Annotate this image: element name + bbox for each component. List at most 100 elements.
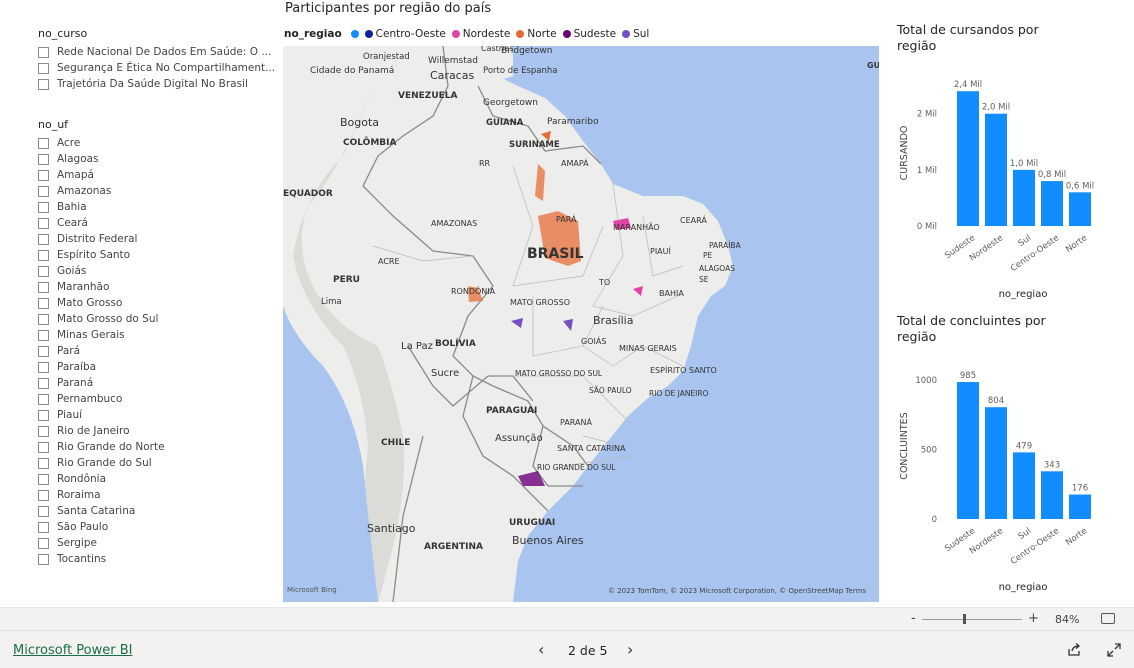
slicer-uf-item[interactable]: Amapá <box>38 167 268 183</box>
checkbox[interactable] <box>38 62 49 74</box>
bar-centro-oeste[interactable] <box>1041 181 1063 226</box>
bar-sudeste[interactable] <box>957 382 979 519</box>
checkbox[interactable] <box>38 457 49 469</box>
checkbox[interactable] <box>38 313 49 325</box>
slicer-uf-item[interactable]: Maranhão <box>38 279 268 295</box>
legend-dot <box>364 30 373 38</box>
checkbox[interactable] <box>38 329 49 341</box>
map-label-bridgetown: Bridgetown <box>501 46 552 56</box>
map-canvas[interactable]: BRASIL Brasília Bogota COLÔMBIA VENEZUELA Car… <box>283 46 879 602</box>
bar-norte[interactable] <box>1069 494 1091 519</box>
bar-sudeste[interactable] <box>957 91 979 226</box>
checkbox[interactable] <box>38 441 49 453</box>
slicer-uf-item[interactable]: Goiás <box>38 263 268 279</box>
fullscreen-icon[interactable] <box>1107 643 1121 657</box>
slicer-curso-item[interactable]: Rede Nacional De Dados Em Saúde: O ... <box>38 44 271 60</box>
slicer-uf-item[interactable]: Minas Gerais <box>38 327 268 343</box>
checkbox[interactable] <box>38 425 49 437</box>
slicer-uf-item[interactable]: Paraíba <box>38 359 268 375</box>
bar-norte[interactable] <box>1069 192 1091 226</box>
checkbox[interactable] <box>38 217 49 229</box>
slicer-uf-item[interactable]: Espírito Santo <box>38 247 268 263</box>
slicer-uf-item[interactable]: Paraná <box>38 375 268 391</box>
checkbox[interactable] <box>38 345 49 357</box>
checkbox[interactable] <box>38 489 49 501</box>
map-label-equador: EQUADOR <box>283 189 333 199</box>
zoom-slider-thumb[interactable] <box>963 614 967 624</box>
checkbox[interactable] <box>38 393 49 405</box>
slicer-uf-item[interactable]: Mato Grosso <box>38 295 268 311</box>
checkbox[interactable] <box>38 377 49 389</box>
slicer-uf-item[interactable]: Piauí <box>38 407 268 423</box>
legend-item[interactable]: Sul <box>622 28 649 40</box>
checkbox[interactable] <box>38 185 49 197</box>
legend-item[interactable]: Sudeste <box>562 28 616 40</box>
slicer-uf-item[interactable]: Roraima <box>38 487 268 503</box>
legend-item[interactable]: Nordeste <box>451 28 510 40</box>
slicer-uf-item[interactable]: Santa Catarina <box>38 503 268 519</box>
bar-centro-oeste[interactable] <box>1041 471 1063 519</box>
map-attribution[interactable]: © 2023 TomTom, © 2023 Microsoft Corporat… <box>608 587 866 595</box>
checkbox[interactable] <box>38 137 49 149</box>
slicer-uf-item-label: Mato Grosso do Sul <box>57 313 159 325</box>
checkbox[interactable] <box>38 249 49 261</box>
legend-item[interactable]: Norte <box>516 28 557 40</box>
bar-nordeste[interactable] <box>985 113 1007 226</box>
slicer-uf-item[interactable]: Tocantins <box>38 551 268 567</box>
slicer-uf-item[interactable]: Mato Grosso do Sul <box>38 311 268 327</box>
slicer-uf-item[interactable]: Rio de Janeiro <box>38 423 268 439</box>
slicer-uf-item[interactable]: Bahia <box>38 199 268 215</box>
map-label-uruguai: URUGUAI <box>509 518 555 528</box>
map-visual[interactable]: BRASIL Brasília Bogota COLÔMBIA VENEZUELA Car… <box>283 46 879 602</box>
checkbox[interactable] <box>38 265 49 277</box>
slicer-uf-item[interactable]: Ceará <box>38 215 268 231</box>
chart-concluintes[interactable]: CONCLUINTES05001000 985Sudeste804Nordeste… <box>893 355 1103 599</box>
checkbox[interactable] <box>38 201 49 213</box>
checkbox[interactable] <box>38 297 49 309</box>
slicer-uf-item[interactable]: Rondônia <box>38 471 268 487</box>
slicer-curso-item[interactable]: Trajetória Da Saúde Digital No Brasil <box>38 76 268 92</box>
checkbox[interactable] <box>38 553 49 565</box>
next-page-icon[interactable]: › <box>627 640 633 659</box>
checkbox[interactable] <box>38 505 49 517</box>
legend-item[interactable] <box>350 30 359 38</box>
checkbox[interactable] <box>38 281 49 293</box>
bar-sul[interactable] <box>1013 169 1035 226</box>
slicer-uf-item[interactable]: Distrito Federal <box>38 231 268 247</box>
checkbox[interactable] <box>38 521 49 533</box>
checkbox[interactable] <box>38 409 49 421</box>
data-label: 985 <box>960 371 976 381</box>
prev-page-icon[interactable]: ‹ <box>538 640 544 659</box>
slicer-uf-item[interactable]: Pará <box>38 343 268 359</box>
checkbox[interactable] <box>38 537 49 549</box>
slicer-uf-item[interactable]: São Paulo <box>38 519 268 535</box>
slicer-uf-item[interactable]: Rio Grande do Sul <box>38 455 268 471</box>
bar-nordeste[interactable] <box>985 407 1007 519</box>
map-label-amazonas: AMAZONAS <box>431 219 477 228</box>
zoom-slider[interactable] <box>922 619 1022 620</box>
checkbox[interactable] <box>38 361 49 373</box>
slicer-uf-item[interactable]: Pernambuco <box>38 391 268 407</box>
legend-item[interactable]: Centro-Oeste <box>364 28 446 40</box>
checkbox[interactable] <box>38 153 49 165</box>
bar-sul[interactable] <box>1013 452 1035 519</box>
share-icon[interactable] <box>1067 643 1081 657</box>
slicer-uf-item[interactable]: Rio Grande do Norte <box>38 439 268 455</box>
checkbox[interactable] <box>38 78 49 90</box>
fit-page-icon[interactable] <box>1101 613 1115 624</box>
map-label-buenosaires: Buenos Aires <box>512 534 584 547</box>
slicer-uf-item[interactable]: Sergipe <box>38 535 268 551</box>
slicer-uf-item[interactable]: Acre <box>38 135 268 151</box>
checkbox[interactable] <box>38 46 49 58</box>
zoom-out-button[interactable]: - <box>911 611 916 626</box>
chart-cursandos[interactable]: CURSANDO0 Mil1 Mil2 Mil2,4 MilSudeste2,0… <box>893 62 1103 306</box>
map-label-saopaulo: SÃO PAULO <box>589 386 632 395</box>
powerbi-link[interactable]: Microsoft Power BI <box>13 643 132 658</box>
checkbox[interactable] <box>38 233 49 245</box>
slicer-uf-item[interactable]: Alagoas <box>38 151 268 167</box>
zoom-in-button[interactable]: + <box>1028 611 1039 626</box>
slicer-uf-item[interactable]: Amazonas <box>38 183 268 199</box>
checkbox[interactable] <box>38 473 49 485</box>
checkbox[interactable] <box>38 169 49 181</box>
slicer-curso-item[interactable]: Segurança E Ética No Compartilhament... <box>38 60 275 76</box>
